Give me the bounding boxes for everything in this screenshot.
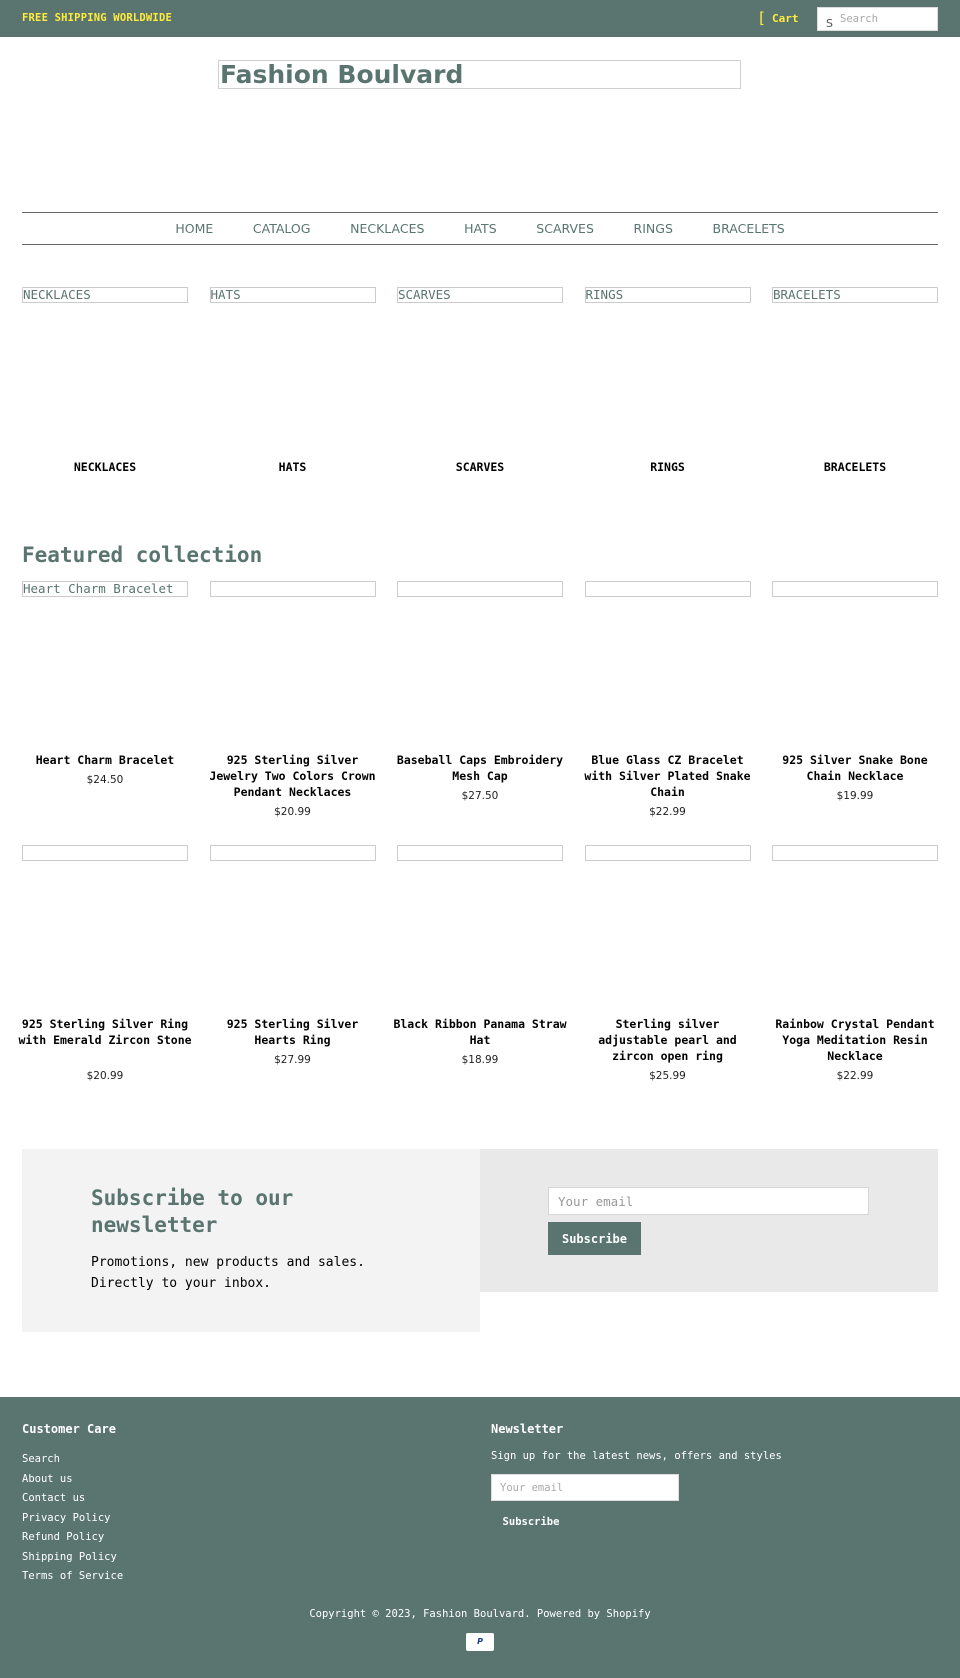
footer-link-refund-policy[interactable]: Refund Policy: [22, 1528, 123, 1548]
product-price: $27.50: [461, 790, 499, 802]
collection-image[interactable]: BRACELETS: [772, 287, 938, 303]
collection-image[interactable]: RINGS: [584, 287, 751, 303]
collection-title[interactable]: HATS: [210, 460, 376, 474]
search-input[interactable]: [840, 10, 935, 28]
footer-customer-care-title: Customer Care: [22, 1422, 116, 1436]
newsletter-form: Subscribe: [480, 1149, 938, 1292]
product-image[interactable]: [584, 581, 751, 597]
product-price: $19.99: [836, 790, 874, 802]
product-price: $25.99: [649, 1070, 686, 1082]
newsletter-text: Promotions, new products and sales. Dire…: [91, 1255, 365, 1291]
footer-link-about-us[interactable]: About us: [22, 1470, 123, 1490]
product-title[interactable]: Black Ribbon Panama Straw Hat: [393, 1016, 567, 1048]
nav-item-hats[interactable]: HATS: [464, 213, 497, 244]
newsletter-intro: Subscribe to our newsletter Promotions, …: [22, 1149, 480, 1332]
product-card[interactable]: Black Ribbon Panama Straw Hat $18.99: [393, 845, 567, 1066]
product-image[interactable]: [397, 581, 563, 597]
nav-item-home[interactable]: HOME: [175, 213, 213, 244]
collection-card-scarves[interactable]: SCARVES SCARVES: [397, 287, 563, 477]
product-price: $22.99: [836, 1070, 874, 1082]
collection-image[interactable]: NECKLACES: [22, 287, 188, 303]
cart-icon[interactable]: [: [757, 9, 766, 27]
footer-newsletter-title: Newsletter: [491, 1422, 564, 1436]
footer-link-contact-us[interactable]: Contact us: [22, 1489, 123, 1509]
footer-links: Search About us Contact us Privacy Polic…: [22, 1450, 123, 1587]
footer-newsletter-text: Sign up for the latest news, offers and …: [491, 1450, 782, 1462]
product-image[interactable]: [772, 845, 938, 861]
footer-subscribe-button[interactable]: Subscribe: [491, 1510, 571, 1534]
newsletter-email-input[interactable]: [548, 1187, 869, 1215]
collection-title[interactable]: NECKLACES: [22, 460, 188, 474]
copyright-text: Copyright © 2023, Fashion Boulvard. Powe…: [309, 1608, 651, 1620]
product-image[interactable]: [397, 845, 563, 861]
collection-image[interactable]: SCARVES: [397, 287, 563, 303]
product-title[interactable]: Rainbow Crystal Pendant Yoga Meditation …: [768, 1016, 942, 1064]
footer-link-search[interactable]: Search: [22, 1450, 123, 1470]
paypal-icon: P: [466, 1633, 494, 1651]
footer-link-privacy-policy[interactable]: Privacy Policy: [22, 1509, 123, 1529]
search-box[interactable]: S: [817, 7, 938, 31]
product-image[interactable]: [209, 845, 376, 861]
footer-email-input[interactable]: [491, 1474, 679, 1501]
product-title[interactable]: 925 Sterling Silver Ring with Emerald Zi…: [18, 1016, 192, 1048]
nav-item-bracelets[interactable]: BRACELETS: [713, 213, 785, 244]
site-footer: Customer Care Search About us Contact us…: [0, 1397, 960, 1678]
collection-card-hats[interactable]: HATS HATS: [209, 287, 376, 477]
collection-card-necklaces[interactable]: NECKLACES NECKLACES: [22, 287, 188, 477]
collection-image[interactable]: HATS: [209, 287, 376, 303]
collection-card-rings[interactable]: RINGS RINGS: [584, 287, 751, 477]
announcement-bar: FREE SHIPPING WORLDWIDE [ Cart S: [0, 0, 960, 37]
nav-item-necklaces[interactable]: NECKLACES: [350, 213, 424, 244]
product-card[interactable]: Rainbow Crystal Pendant Yoga Meditation …: [772, 845, 938, 1082]
product-image[interactable]: [22, 845, 188, 861]
product-price: $22.99: [649, 806, 686, 818]
product-card[interactable]: 925 Sterling Silver Ring with Emerald Zi…: [18, 845, 192, 1082]
collection-grid: NECKLACES NECKLACES HATS HATS SCARVES SC…: [22, 287, 938, 477]
main-nav: HOME CATALOG NECKLACES HATS SCARVES RING…: [22, 212, 938, 245]
search-icon[interactable]: S: [826, 17, 833, 30]
product-card[interactable]: Heart Charm Bracelet Heart Charm Bracele…: [22, 581, 188, 786]
product-price: $18.99: [461, 1054, 499, 1066]
product-card[interactable]: 925 Sterling Silver Hearts Ring $27.99: [209, 845, 376, 1066]
collection-title[interactable]: SCARVES: [397, 460, 563, 474]
collection-card-bracelets[interactable]: BRACELETS BRACELETS: [772, 287, 938, 477]
product-card[interactable]: Sterling silver adjustable pearl and zir…: [584, 845, 751, 1082]
newsletter-title: Subscribe to our newsletter: [91, 1186, 294, 1237]
product-title[interactable]: Heart Charm Bracelet: [18, 752, 192, 768]
cart-link[interactable]: Cart: [772, 12, 799, 25]
product-image[interactable]: [772, 581, 938, 597]
site-logo[interactable]: Fashion Boulvard: [218, 60, 741, 89]
collection-title[interactable]: BRACELETS: [772, 460, 938, 474]
product-title[interactable]: Baseball Caps Embroidery Mesh Cap: [393, 752, 567, 784]
product-image[interactable]: [209, 581, 376, 597]
product-price: $20.99: [274, 806, 311, 818]
product-card[interactable]: 925 Sterling Silver Jewelry Two Colors C…: [209, 581, 376, 818]
product-title[interactable]: 925 Sterling Silver Jewelry Two Colors C…: [206, 752, 380, 800]
nav-item-rings[interactable]: RINGS: [634, 213, 673, 244]
product-card[interactable]: Baseball Caps Embroidery Mesh Cap $27.50: [397, 581, 563, 802]
product-price: $24.50: [86, 774, 124, 786]
product-image[interactable]: Heart Charm Bracelet: [22, 581, 188, 597]
nav-item-catalog[interactable]: CATALOG: [253, 213, 311, 244]
product-image[interactable]: [584, 845, 751, 861]
announcement-text: FREE SHIPPING WORLDWIDE: [22, 12, 172, 24]
product-price: $20.99: [86, 1070, 124, 1082]
product-title[interactable]: 925 Sterling Silver Hearts Ring: [206, 1016, 380, 1048]
featured-collection-title: Featured collection: [22, 543, 263, 567]
product-card[interactable]: 925 Silver Snake Bone Chain Necklace $19…: [772, 581, 938, 802]
collection-title[interactable]: RINGS: [585, 460, 751, 474]
nav-item-scarves[interactable]: SCARVES: [536, 213, 594, 244]
product-title[interactable]: 925 Silver Snake Bone Chain Necklace: [768, 752, 942, 784]
footer-link-terms-of-service[interactable]: Terms of Service: [22, 1567, 123, 1587]
newsletter-subscribe-button[interactable]: Subscribe: [548, 1222, 641, 1255]
product-price: $27.99: [274, 1054, 311, 1066]
product-card[interactable]: Blue Glass CZ Bracelet with Silver Plate…: [584, 581, 751, 818]
product-title[interactable]: Blue Glass CZ Bracelet with Silver Plate…: [581, 752, 755, 800]
footer-link-shipping-policy[interactable]: Shipping Policy: [22, 1548, 123, 1568]
product-title[interactable]: Sterling silver adjustable pearl and zir…: [581, 1016, 755, 1064]
